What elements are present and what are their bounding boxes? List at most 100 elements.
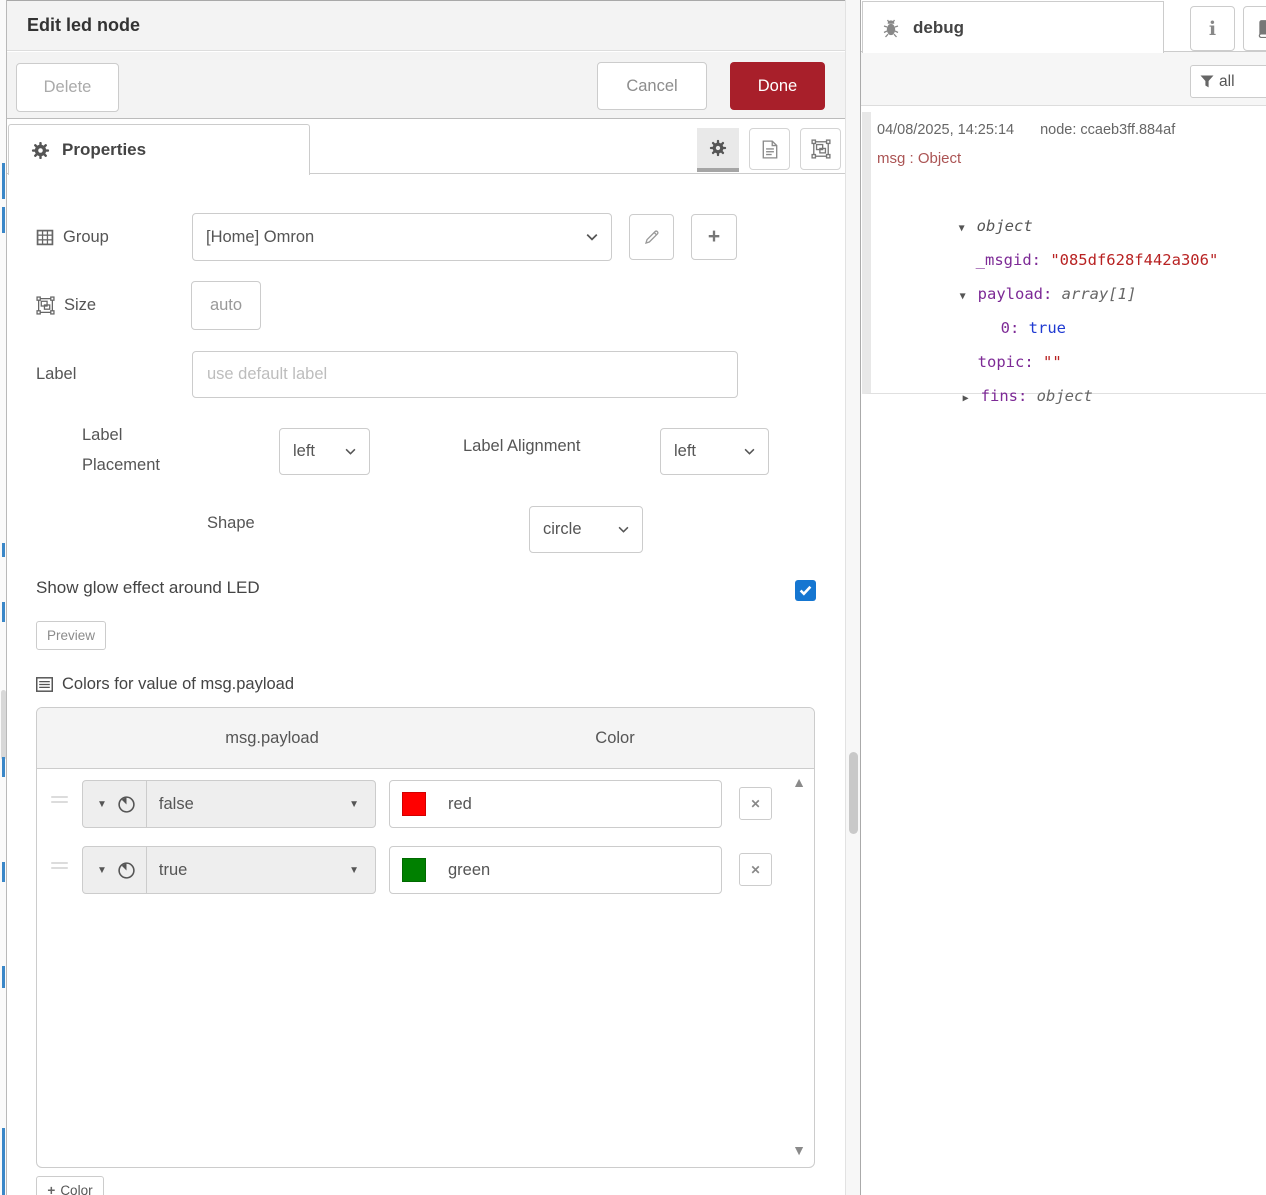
- shape-select[interactable]: circle: [529, 506, 643, 553]
- tree-line-root: ▼ object: [884, 187, 1033, 235]
- properties-view-button[interactable]: [697, 128, 739, 172]
- rail-node-marker: [2, 543, 5, 557]
- debug-message-meta: 04/08/2025, 14:25:14 node: ccaeb3ff.884a…: [877, 122, 1175, 138]
- label-label-text: Label: [36, 364, 77, 383]
- tab-properties-label: Properties: [62, 140, 147, 159]
- payload-typed-input[interactable]: ▼ false ▼: [82, 780, 376, 828]
- remove-row-button[interactable]: ✕: [739, 787, 772, 820]
- rail-node-marker: [2, 602, 5, 622]
- chevron-down-icon: [345, 448, 356, 455]
- rail-node-marker: [2, 757, 5, 777]
- shape-label: Shape: [207, 514, 255, 532]
- color-name: red: [448, 794, 472, 813]
- label-alignment-select[interactable]: left: [660, 428, 769, 475]
- appearance-view-button[interactable]: [800, 128, 841, 170]
- debug-toolbar: all: [861, 52, 1266, 106]
- cancel-button[interactable]: Cancel: [597, 62, 707, 110]
- document-icon: [762, 139, 778, 159]
- label-placement-select[interactable]: left: [279, 428, 370, 475]
- chevron-down-icon: [586, 233, 598, 241]
- payload-typed-input[interactable]: ▼ true ▼: [82, 846, 376, 894]
- payload-value: true: [158, 860, 188, 879]
- type-dropdown-caret-icon[interactable]: ▼: [97, 799, 107, 810]
- chevron-down-icon: [618, 526, 629, 533]
- tree-line-msgid: _msgid: "085df628f442a306": [901, 221, 1219, 269]
- drag-handle[interactable]: [51, 859, 68, 872]
- workspace-left-rail: [0, 0, 7, 1195]
- glow-effect-checkbox[interactable]: [795, 580, 816, 601]
- label-field-label: Label: [36, 361, 76, 387]
- close-icon: ✕: [750, 796, 761, 811]
- typed-input-divider: [145, 781, 147, 827]
- tree-line-topic: topic: "": [903, 323, 1062, 371]
- size-auto-button[interactable]: auto: [191, 281, 261, 330]
- glow-effect-label: Show glow effect around LED: [36, 578, 260, 597]
- pencil-icon: [644, 229, 660, 245]
- filter-funnel-icon: [1200, 75, 1214, 88]
- chevron-down-icon: [744, 448, 755, 455]
- drag-handle[interactable]: [51, 793, 68, 806]
- group-label-text: Group: [63, 227, 109, 246]
- tab-properties[interactable]: Properties: [8, 124, 310, 175]
- column-header-color: Color: [595, 729, 635, 747]
- debug-messages-button[interactable]: [1243, 6, 1266, 51]
- label-placement-label: Label Placement: [82, 426, 160, 474]
- done-button[interactable]: Done: [730, 62, 825, 110]
- edit-group-button[interactable]: [629, 214, 674, 260]
- colors-section-title-text: Colors for value of msg.payload: [62, 674, 295, 693]
- color-value-field[interactable]: red: [389, 780, 722, 828]
- dialog-title: Edit led node: [27, 15, 141, 35]
- close-icon: ✕: [750, 862, 761, 877]
- node-help-button[interactable]: i: [1190, 6, 1235, 51]
- editor-scrollbar[interactable]: [845, 0, 861, 1195]
- color-name: green: [448, 860, 491, 879]
- filter-label: all: [1219, 72, 1235, 90]
- delete-button[interactable]: Delete: [16, 63, 119, 112]
- rail-node-marker: [2, 966, 5, 988]
- remove-row-button[interactable]: ✕: [739, 853, 772, 886]
- scroll-down-arrow[interactable]: ▼: [792, 1142, 806, 1158]
- group-field-label: Group: [36, 224, 109, 250]
- debug-message-topic: msg : Object: [877, 150, 962, 167]
- expand-toggle-icon[interactable]: ▶: [963, 386, 981, 412]
- filter-button[interactable]: all: [1190, 65, 1266, 98]
- boolean-type-icon: [117, 795, 136, 814]
- scrollbar-thumb[interactable]: [849, 752, 858, 834]
- info-icon: i: [1208, 17, 1217, 40]
- colors-section-title: Colors for value of msg.payload: [36, 672, 294, 696]
- gear-icon: [31, 141, 50, 160]
- label-input[interactable]: [192, 351, 738, 398]
- boolean-type-icon: [117, 861, 136, 880]
- color-value-field[interactable]: green: [389, 846, 722, 894]
- rail-node-marker: [2, 862, 5, 882]
- preview-button[interactable]: Preview: [36, 621, 106, 650]
- object-group-icon: [810, 139, 831, 159]
- tab-debug[interactable]: debug: [862, 1, 1164, 53]
- rail-node-marker: [2, 1128, 5, 1195]
- tree-type-label: object: [1036, 387, 1093, 405]
- description-view-button[interactable]: [749, 128, 790, 170]
- color-swatch: [402, 792, 426, 816]
- size-label-text: Size: [64, 295, 97, 314]
- object-group-icon: [36, 295, 55, 315]
- add-color-button[interactable]: + Color: [36, 1176, 104, 1195]
- label-alignment-label: Label Alignment: [463, 437, 581, 455]
- check-icon: [799, 585, 812, 596]
- value-dropdown-caret-icon[interactable]: ▼: [349, 865, 359, 876]
- app-root: Edit led node Delete Cancel Done Propert…: [0, 0, 1266, 1195]
- group-select-value: [Home] Omron: [206, 227, 315, 246]
- shape-select-value: circle: [543, 520, 582, 538]
- tree-line-fins: ▶ fins: object: [888, 357, 1093, 405]
- tree-line-item0: 0: true: [926, 289, 1066, 337]
- color-rule-row: ▼ false ▼ red ✕: [37, 780, 814, 828]
- add-color-label: Color: [60, 1182, 93, 1195]
- debug-node-id: node: ccaeb3ff.884af: [1040, 122, 1176, 138]
- debug-sidebar: debug i all 04/08/2025, 14:25:14 node: c…: [861, 0, 1266, 1195]
- add-group-button[interactable]: +: [691, 214, 737, 260]
- debug-timestamp: 04/08/2025, 14:25:14: [877, 122, 1015, 138]
- payload-value: false: [158, 794, 194, 813]
- type-dropdown-caret-icon[interactable]: ▼: [97, 865, 107, 876]
- group-select[interactable]: [Home] Omron: [192, 213, 612, 261]
- colors-table-header: msg.payload Color: [37, 708, 814, 769]
- value-dropdown-caret-icon[interactable]: ▼: [349, 799, 359, 810]
